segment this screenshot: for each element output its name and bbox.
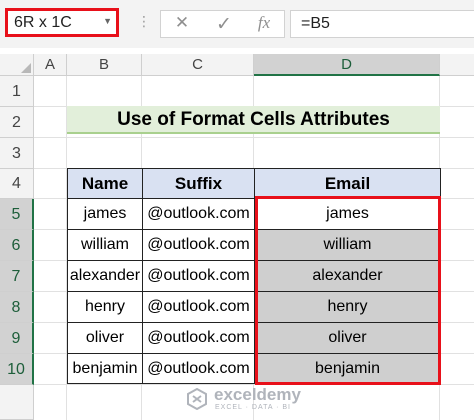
formula-tools: ✕ ✓ fx [160,10,285,38]
name-box-value: 6R x 1C [14,14,72,31]
cancel-icon[interactable]: ✕ [169,13,195,35]
name-box-dropdown-icon[interactable]: ▼ [103,16,112,26]
row-header-2[interactable]: 2 [0,107,34,138]
column-header-b[interactable]: B [67,54,142,76]
insert-function-icon[interactable]: fx [251,13,277,35]
row-header-7[interactable]: 7 [0,261,34,292]
table-cell[interactable]: oliver [67,322,143,354]
table-cell[interactable]: james [67,198,143,230]
exceldemy-logo-icon [187,388,207,410]
select-all-button[interactable] [0,54,34,76]
header-name[interactable]: Name [67,168,143,199]
row-header-11[interactable] [0,385,34,420]
table-cell[interactable]: @outlook.com [142,291,255,323]
column-header-d[interactable]: D [254,54,440,76]
header-email[interactable]: Email [254,168,441,199]
column-header-a[interactable]: A [34,54,67,76]
row-header-3[interactable]: 3 [0,138,34,169]
table-cell[interactable]: @outlook.com [142,198,255,230]
formula-input[interactable]: =B5 [290,10,474,38]
name-box[interactable]: 6R x 1C ▼ [5,8,119,37]
sheet-title[interactable]: Use of Format Cells Attributes [67,106,440,134]
column-header-e[interactable] [440,54,474,76]
formula-bar-area: 6R x 1C ▼ ⋮ ✕ ✓ fx =B5 [0,0,474,48]
watermark-name: exceldemy [214,385,301,404]
table-cell[interactable]: benjamin [67,353,143,384]
row-header-4[interactable]: 4 [0,169,34,199]
watermark-tagline: EXCEL · DATA · BI [215,404,291,411]
row-header-8[interactable]: 8 [0,292,34,323]
header-suffix[interactable]: Suffix [142,168,255,199]
row-header-1[interactable]: 1 [0,76,34,107]
table-cell[interactable]: @outlook.com [142,322,255,354]
formula-value: =B5 [301,15,330,32]
table-cell[interactable]: henry [67,291,143,323]
selection-outline [255,196,441,385]
table-cell[interactable]: alexander [67,260,143,292]
table-cell[interactable]: @outlook.com [142,260,255,292]
drag-handle-icon[interactable]: ⋮ [137,13,151,30]
table-cell[interactable]: @outlook.com [142,353,255,384]
row-header-6[interactable]: 6 [0,230,34,261]
table-cell[interactable]: @outlook.com [142,229,255,261]
row-header-9[interactable]: 9 [0,323,34,354]
column-header-c[interactable]: C [142,54,254,76]
row-header-10[interactable]: 10 [0,354,34,385]
row-header-5[interactable]: 5 [0,199,34,230]
table-cell[interactable]: william [67,229,143,261]
enter-icon[interactable]: ✓ [211,13,237,35]
